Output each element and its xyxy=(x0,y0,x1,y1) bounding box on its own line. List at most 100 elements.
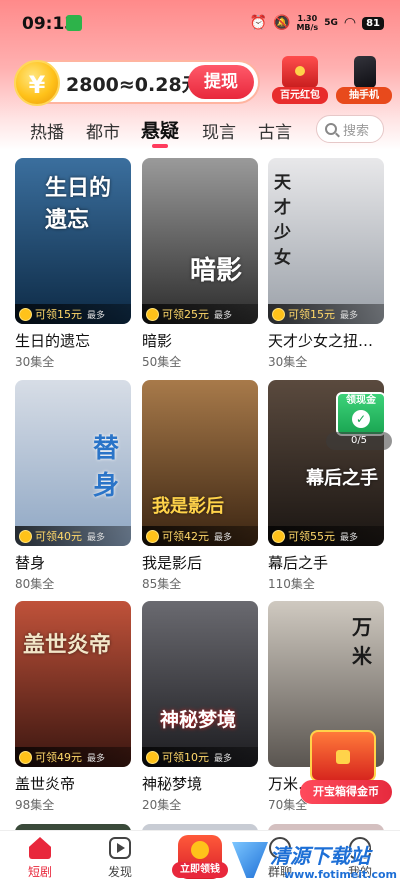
poster-title-art: 替身 xyxy=(93,434,120,501)
tab-hot[interactable]: 热播 xyxy=(30,118,64,143)
drama-title: 盖世炎帝 xyxy=(15,775,76,793)
reward-badge: 可领15元 最多 xyxy=(268,304,384,324)
cash-reward-float[interactable]: 领现金 ✓ xyxy=(336,392,386,436)
search-box[interactable]: 搜索 xyxy=(316,115,384,143)
reward-progress: 0/5 xyxy=(326,432,392,450)
cash-reward-label: 领现金 xyxy=(346,395,376,406)
category-tabs: 热播 都市 悬疑 现言 古言 搜索 xyxy=(0,114,400,150)
poster-image xyxy=(142,601,258,767)
status-indicators: ⏰ 🔕 1.30 MB/s 5G ◠ 81 xyxy=(250,14,384,32)
active-tab-indicator xyxy=(152,144,168,148)
tab-modern-romance[interactable]: 现言 xyxy=(202,118,236,143)
reward-badge: 可领15元 最多 xyxy=(15,304,131,324)
withdraw-button[interactable]: 提现 xyxy=(188,65,254,99)
phone-icon xyxy=(354,56,376,88)
drama-title: 神秘梦境 xyxy=(142,775,203,793)
drama-poster: 暗影 可领25元 最多 xyxy=(142,158,258,324)
drama-card[interactable]: 生日的遗忘 可领15元 最多 生日的遗忘 30集全 xyxy=(15,158,131,370)
coin-icon: ¥ xyxy=(14,60,60,106)
nav-short-drama[interactable]: 短剧 xyxy=(0,837,80,880)
reward-badge: 可领49元 最多 xyxy=(15,747,131,767)
coin-icon xyxy=(19,529,32,543)
play-icon xyxy=(109,837,131,859)
drama-card[interactable]: 神秘梦境 可领10元 最多 神秘梦境 20集全 xyxy=(142,601,258,813)
status-bar: 09:13 ⏰ 🔕 1.30 MB/s 5G ◠ 81 xyxy=(0,0,400,46)
search-icon xyxy=(325,123,337,135)
drama-card[interactable]: 我是影后 可领42元 最多 我是影后 85集全 xyxy=(142,380,258,592)
poster-image xyxy=(15,601,131,767)
episode-count: 30集全 xyxy=(15,355,55,369)
episode-count: 85集全 xyxy=(142,577,182,591)
drama-poster: 生日的遗忘 可领15元 最多 xyxy=(15,158,131,324)
drama-title: 天才少女之扭… xyxy=(268,332,374,350)
drama-card[interactable]: 盖世炎帝 可领49元 最多 盖世炎帝 98集全 xyxy=(15,601,131,813)
poster-image xyxy=(142,158,258,324)
tab-ancient-romance[interactable]: 古言 xyxy=(258,118,292,143)
reward-badge: 可领55元 最多 xyxy=(268,526,384,546)
reward-badge: 可领42元 最多 xyxy=(142,526,258,546)
poster-title-art: 天才少女 xyxy=(274,173,291,268)
episode-count: 30集全 xyxy=(268,355,308,369)
episode-count: 20集全 xyxy=(142,798,182,812)
battery-indicator: 81 xyxy=(362,16,384,30)
group-chat-icon xyxy=(269,837,291,859)
phone-lottery-promo[interactable]: 抽手机 xyxy=(336,56,392,104)
nav-profile[interactable]: 我的 xyxy=(320,837,400,880)
coin-balance-text: 2800≈0.28元 xyxy=(66,74,201,96)
coin-icon xyxy=(19,307,32,321)
coin-icon xyxy=(146,529,159,543)
coin-icon xyxy=(146,307,159,321)
signal-icon: 5G xyxy=(324,18,338,28)
coin-icon xyxy=(19,750,32,764)
red-envelope-icon xyxy=(282,56,318,88)
drama-poster: 天才少女 可领15元 最多 xyxy=(268,158,384,324)
search-placeholder: 搜索 xyxy=(343,123,370,139)
alarm-icon: ⏰ xyxy=(249,15,268,31)
episode-count: 80集全 xyxy=(15,577,55,591)
poster-title-art: 我是影后 xyxy=(152,496,224,517)
drama-title: 暗影 xyxy=(142,332,173,350)
episode-count: 98集全 xyxy=(15,798,55,812)
app-notification-icon xyxy=(66,15,82,31)
nav-group-chat[interactable]: 群聊 xyxy=(240,837,320,880)
reward-badge: 可领25元 最多 xyxy=(142,304,258,324)
drama-title: 替身 xyxy=(15,554,46,572)
drama-card[interactable]: 替身 可领40元 最多 替身 80集全 xyxy=(15,380,131,592)
drama-card[interactable]: 天才少女 可领15元 最多 天才少女之扭… 30集全 xyxy=(268,158,384,370)
bottom-nav: 短剧 发现 立即领钱 群聊 我的 xyxy=(0,830,400,889)
tab-urban[interactable]: 都市 xyxy=(86,118,120,143)
nav-discover[interactable]: 发现 xyxy=(80,837,160,880)
promo-label: 百元红包 xyxy=(272,87,328,104)
wifi-icon: ◠ xyxy=(343,15,357,31)
drama-card[interactable]: 暗影 可领25元 最多 暗影 50集全 xyxy=(142,158,258,370)
reward-badge: 可领40元 最多 xyxy=(15,526,131,546)
drama-title: 生日的遗忘 xyxy=(15,332,91,350)
poster-title-art: 神秘梦境 xyxy=(160,709,237,731)
drama-title: 我是影后 xyxy=(142,554,203,572)
drama-title: 幕后之手 xyxy=(268,554,329,572)
chest-lock xyxy=(336,750,350,764)
poster-title-art: 生日的遗忘 xyxy=(45,175,112,233)
home-icon xyxy=(29,837,51,859)
profile-icon xyxy=(349,837,371,859)
tab-suspense[interactable]: 悬疑 xyxy=(141,116,179,143)
poster-title-art: 暗影 xyxy=(190,256,243,286)
coin-balance-bar[interactable]: ¥ 2800≈0.28元 提现 xyxy=(14,60,260,106)
hundred-yuan-red-envelope-promo[interactable]: 百元红包 xyxy=(272,56,328,104)
promo-label: 抽手机 xyxy=(336,87,392,104)
open-chest-button[interactable]: 开宝箱得金币 xyxy=(300,780,392,804)
nav-withdraw[interactable]: 立即领钱 xyxy=(172,835,228,879)
treasure-chest-icon[interactable] xyxy=(310,730,376,782)
drama-poster: 替身 可领40元 最多 xyxy=(15,380,131,546)
wechat-pay-icon: ✓ xyxy=(352,410,370,428)
poster-title-art: 幕后之手 xyxy=(306,468,378,489)
drama-poster: 盖世炎帝 可领49元 最多 xyxy=(15,601,131,767)
drama-poster: 我是影后 可领42元 最多 xyxy=(142,380,258,546)
drama-poster: 神秘梦境 可领10元 最多 xyxy=(142,601,258,767)
coin-icon xyxy=(272,307,285,321)
net-speed: 1.30 MB/s xyxy=(296,14,319,32)
poster-title-art: 盖世炎帝 xyxy=(23,632,112,658)
poster-image xyxy=(142,380,258,546)
reward-badge: 可领10元 最多 xyxy=(142,747,258,767)
coin-icon xyxy=(272,529,285,543)
